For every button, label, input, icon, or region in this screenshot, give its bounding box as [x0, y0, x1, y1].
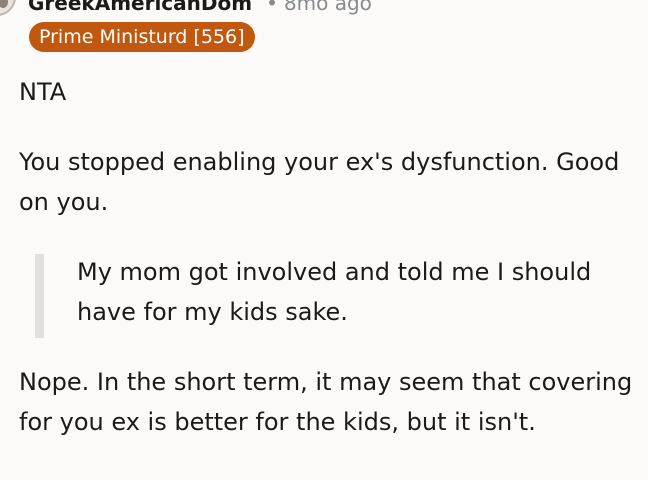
timestamp[interactable]: 8mo ago: [284, 0, 372, 15]
comment-header: GreekAmericanDom • 8mo ago: [28, 0, 372, 14]
quote-bar: [35, 254, 44, 338]
comment-paragraph: You stopped enabling your ex's dysfuncti…: [19, 148, 620, 216]
separator-dot: •: [266, 0, 278, 15]
username-link[interactable]: GreekAmericanDom: [28, 0, 252, 14]
comment-meta: • 8mo ago: [266, 0, 372, 14]
blockquote: My mom got involved and told me I should…: [19, 252, 641, 338]
comment-body: NTA You stopped enabling your ex's dysfu…: [19, 72, 641, 442]
user-flair: Prime Ministurd [556]: [29, 22, 255, 52]
avatar[interactable]: [0, 0, 16, 16]
quote-text: My mom got involved and told me I should…: [77, 258, 592, 326]
comment-paragraph: Nope. In the short term, it may seem tha…: [19, 368, 633, 436]
comment-paragraph: NTA: [19, 78, 67, 106]
